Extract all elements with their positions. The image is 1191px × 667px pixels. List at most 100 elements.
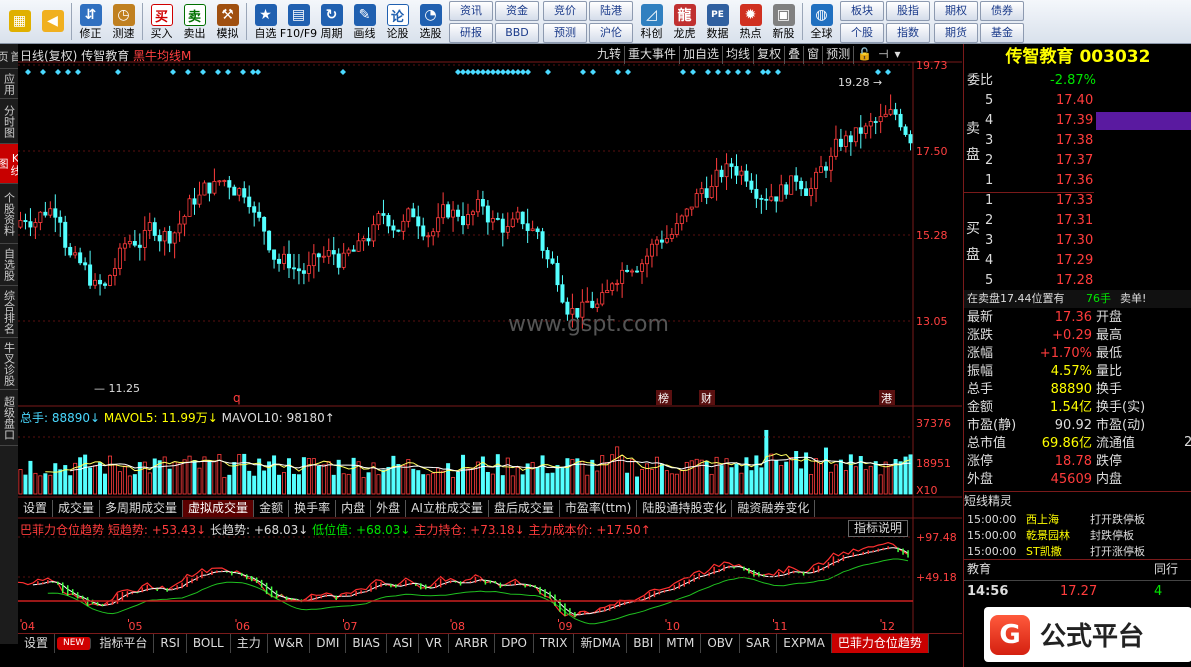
subtab[interactable]: 融资融券变化 [732, 500, 816, 517]
left-tab-8[interactable]: 超级盘口 [0, 390, 18, 446]
chart-top-button[interactable]: 重大事件 [625, 46, 681, 64]
quick-button[interactable]: 期货 [934, 23, 978, 43]
quick-button[interactable]: 板块 [840, 1, 884, 21]
subtab[interactable]: AI立桩成交量 [406, 500, 489, 517]
sell-level-row[interactable]: 5 17.40 [964, 92, 1191, 110]
indicator-tab[interactable]: TRIX [534, 634, 575, 653]
tab-peers[interactable]: 同行 [1154, 560, 1178, 578]
indicator-tab[interactable]: RSI [154, 634, 187, 653]
left-tab-3[interactable]: K线图 [0, 144, 22, 184]
subtab[interactable]: 换手率 [289, 500, 337, 517]
hammer-button[interactable]: ⚒ 模拟 [211, 0, 244, 44]
buy-level-row[interactable]: 3 17.30 [964, 232, 1191, 250]
clock-button[interactable]: ◷ 测速 [107, 0, 140, 44]
quick-button[interactable]: 预测 [543, 23, 587, 43]
chart-button[interactable]: ◿ 科创 [635, 0, 668, 44]
subtab[interactable]: 盘后成交量 [489, 500, 560, 517]
subtab[interactable]: 成交量 [53, 500, 101, 517]
subtab[interactable]: 多周期成交量 [100, 500, 184, 517]
quick-button[interactable]: 个股 [840, 23, 884, 43]
quick-button[interactable]: BBD [495, 23, 539, 43]
subtab[interactable]: 设置 [18, 500, 54, 517]
sell-button[interactable]: 卖卖出 [178, 0, 211, 44]
tab-education[interactable]: 教育 [967, 560, 991, 578]
app-grid-button[interactable]: ▦ [3, 0, 36, 44]
event-badge[interactable]: 榜 [658, 391, 669, 405]
globe-button[interactable]: ◍ 全球 [805, 0, 838, 44]
left-tab-2[interactable]: 分时图 [0, 99, 18, 144]
chart-top-button[interactable]: 九转 [594, 46, 626, 64]
pen-button[interactable]: ✎ 画线 [348, 0, 381, 44]
left-tab-0[interactable]: 首页 [0, 44, 22, 69]
indicator-tab[interactable]: SAR [740, 634, 778, 653]
quick-button[interactable]: 沪伦 [589, 23, 633, 43]
chart-top-button[interactable]: 均线 [723, 46, 755, 64]
indicator-tab[interactable]: 新DMA [574, 634, 628, 653]
indicator-tab[interactable]: OBV [701, 634, 740, 653]
indicator-tab[interactable]: DMI [310, 634, 347, 653]
subtab[interactable]: 虚拟成交量 [183, 500, 255, 517]
event-badge[interactable]: 财 [701, 391, 712, 405]
f10-button[interactable]: ▤ F10/F9 [280, 0, 317, 44]
subtab[interactable]: 内盘 [336, 500, 372, 517]
quick-button[interactable]: 期权 [934, 1, 978, 21]
cycle-button[interactable]: ↻ 周期 [315, 0, 348, 44]
quick-button[interactable]: 股指 [886, 1, 930, 21]
dropdown-icon[interactable]: ▾ [892, 46, 904, 64]
chart-top-button[interactable]: 叠 [785, 46, 805, 64]
left-tab-5[interactable]: 自选股 [0, 244, 18, 286]
up-down-button[interactable]: ⇵ 修正 [74, 0, 107, 44]
sell-level-row[interactable]: 1 17.36 [964, 172, 1191, 190]
select-stock-button[interactable]: ◔ 选股 [414, 0, 447, 44]
buy-level-row[interactable]: 5 17.28 [964, 272, 1191, 290]
back-arrow-button[interactable]: ◀ [36, 0, 69, 44]
indicator-tab[interactable]: NEW [57, 637, 92, 650]
sell-level-row[interactable]: 4 17.39 [964, 112, 1191, 130]
sell-level-row[interactable]: 2 17.37 [964, 152, 1191, 170]
subtab[interactable]: 陆股通持股变化 [637, 500, 733, 517]
hot-button[interactable]: ✹ 热点 [734, 0, 767, 44]
indicator-tab[interactable]: 指标平台 [93, 634, 155, 653]
indicator-help-button[interactable]: 指标说明 [848, 520, 908, 537]
discuss-button[interactable]: 论论股 [381, 0, 414, 44]
buy-level-row[interactable]: 4 17.29 [964, 252, 1191, 270]
indicator-tab[interactable]: ARBR [449, 634, 496, 653]
quick-button[interactable]: 研报 [449, 23, 493, 43]
indicator-tab[interactable]: ASI [387, 634, 420, 653]
chart-top-button[interactable]: 复权 [754, 46, 786, 64]
chart-top-button[interactable]: 窗 [804, 46, 824, 64]
subtab[interactable]: 金额 [254, 500, 290, 517]
subtab[interactable]: 外盘 [371, 500, 407, 517]
buy-level-row[interactable]: 1 17.33 [964, 192, 1191, 210]
quick-button[interactable]: 指数 [886, 23, 930, 43]
indicator-tab[interactable]: BBI [627, 634, 661, 653]
buy-button[interactable]: 买买入 [145, 0, 178, 44]
indicator-tab[interactable]: 设置 [18, 634, 56, 653]
indicator-tab[interactable]: 巴菲力仓位趋势 [831, 634, 929, 653]
sell-level-row[interactable]: 3 17.38 [964, 132, 1191, 150]
new-stock-button[interactable]: ▣ 新股 [767, 0, 800, 44]
subtab[interactable]: 市盈率(ttm) [560, 500, 638, 517]
left-tab-4[interactable]: 个股资料 [0, 184, 18, 244]
event-badge[interactable]: 港 [881, 392, 892, 405]
quick-button[interactable]: 基金 [980, 23, 1024, 43]
pe-button[interactable]: PE 数据 [701, 0, 734, 44]
pin-icon[interactable]: ⊣ [875, 46, 891, 64]
indicator-tab[interactable]: MTM [660, 634, 702, 653]
chart-top-button[interactable]: 加自选 [680, 46, 724, 64]
left-tab-6[interactable]: 综合排名 [0, 286, 18, 338]
buy-level-row[interactable]: 2 17.31 [964, 212, 1191, 230]
indicator-tab[interactable]: DPO [495, 634, 534, 653]
indicator-tab[interactable]: BIAS [346, 634, 388, 653]
lock-icon[interactable]: 🔓 [854, 46, 875, 64]
quick-button[interactable]: 陆港 [589, 1, 633, 21]
indicator-tab[interactable]: BOLL [187, 634, 231, 653]
chart-top-button[interactable]: 预测 [823, 46, 855, 64]
indicator-tab[interactable]: W&R [268, 634, 311, 653]
quick-button[interactable]: 资金 [495, 1, 539, 21]
indicator-tab[interactable]: 主力 [231, 634, 268, 653]
indicator-tab[interactable]: VR [419, 634, 449, 653]
left-tab-7[interactable]: 牛叉诊股 [0, 338, 18, 390]
star-button[interactable]: ★ 自选 [249, 0, 282, 44]
dragon-tiger-button[interactable]: 龍龙虎 [668, 0, 701, 44]
